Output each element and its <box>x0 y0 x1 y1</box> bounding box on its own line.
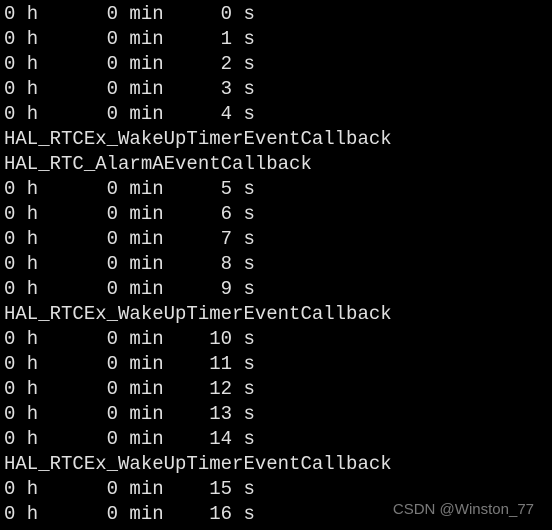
terminal-time-line: 0 h 0 min 3 s <box>4 77 548 102</box>
terminal-time-line: 0 h 0 min 14 s <box>4 427 548 452</box>
terminal-time-line: 0 h 0 min 13 s <box>4 402 548 427</box>
terminal-time-line: 0 h 0 min 5 s <box>4 177 548 202</box>
terminal-time-line: 0 h 0 min 11 s <box>4 352 548 377</box>
terminal-time-line: 0 h 0 min 15 s <box>4 477 548 502</box>
terminal-time-line: 0 h 0 min 12 s <box>4 377 548 402</box>
terminal-time-line: 0 h 0 min 9 s <box>4 277 548 302</box>
terminal-time-line: 0 h 0 min 6 s <box>4 202 548 227</box>
terminal-time-line: 0 h 0 min 2 s <box>4 52 548 77</box>
terminal-message-line: HAL_RTCEx_WakeUpTimerEventCallback <box>4 302 548 327</box>
terminal-time-line: 0 h 0 min 1 s <box>4 27 548 52</box>
terminal-message-line: HAL_RTCEx_WakeUpTimerEventCallback <box>4 452 548 477</box>
terminal-time-line: 0 h 0 min 7 s <box>4 227 548 252</box>
terminal-time-line: 0 h 0 min 16 s <box>4 502 548 527</box>
terminal-message-line: HAL_RTC_AlarmAEventCallback <box>4 152 548 177</box>
terminal-time-line: 0 h 0 min 10 s <box>4 327 548 352</box>
terminal-time-line: 0 h 0 min 8 s <box>4 252 548 277</box>
terminal-message-line: HAL_RTCEx_WakeUpTimerEventCallback <box>4 127 548 152</box>
terminal-time-line: 0 h 0 min 4 s <box>4 102 548 127</box>
terminal-output: 0 h 0 min 0 s0 h 0 min 1 s0 h 0 min 2 s0… <box>0 0 552 529</box>
terminal-time-line: 0 h 0 min 0 s <box>4 2 548 27</box>
